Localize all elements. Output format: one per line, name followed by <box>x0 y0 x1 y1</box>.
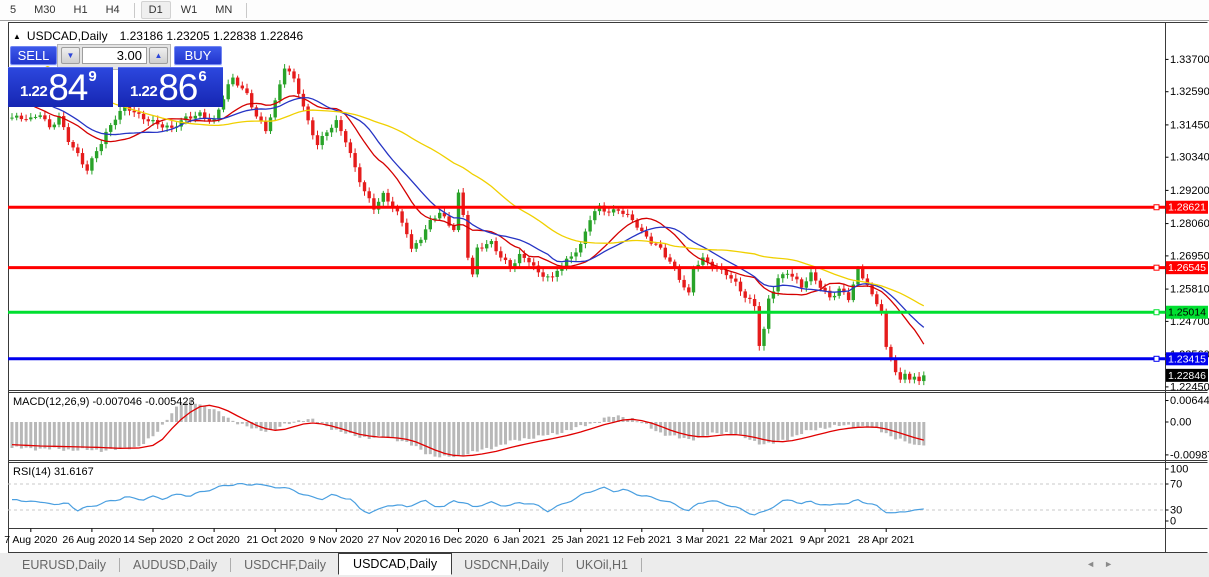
svg-text:22 Mar 2021: 22 Mar 2021 <box>735 534 794 546</box>
svg-text:28 Apr 2021: 28 Apr 2021 <box>858 534 915 546</box>
svg-text:0.00: 0.00 <box>1170 416 1191 428</box>
buy-button[interactable]: BUY <box>174 46 222 65</box>
svg-text:1.30340: 1.30340 <box>1170 152 1209 164</box>
macd-histogram <box>11 400 926 458</box>
svg-text:3 Mar 2021: 3 Mar 2021 <box>676 534 729 546</box>
sell-underline <box>10 65 57 66</box>
svg-text:9 Apr 2021: 9 Apr 2021 <box>800 534 851 546</box>
svg-text:2 Oct 2020: 2 Oct 2020 <box>188 534 240 546</box>
collapse-arrow-icon[interactable]: ▲ <box>13 32 21 41</box>
buy-price-pip: 6 <box>198 68 206 85</box>
svg-text:1.29200: 1.29200 <box>1170 185 1209 197</box>
price-axis: 1.33700 1.32590 1.31450 1.30340 1.29200 1.280… <box>1166 54 1209 528</box>
date-axis: 7 Aug 2020 26 Aug 202014 Sep 2020 2 Oct 20… <box>4 529 914 547</box>
svg-text:0.006444: 0.006444 <box>1170 395 1209 407</box>
svg-text:1.31450: 1.31450 <box>1170 119 1209 131</box>
volume-input[interactable] <box>82 47 147 64</box>
candles-layer <box>10 64 925 385</box>
svg-text:6 Jan 2021: 6 Jan 2021 <box>494 534 546 546</box>
one-click-trading-panel: SELL ▼ ▲ BUY 1.22 84 9 1.22 86 6 <box>8 44 223 107</box>
rsi-indicator-label: RSI(14) 31.6167 <box>13 466 94 478</box>
svg-text:70: 70 <box>1170 479 1182 491</box>
sell-price-pip: 9 <box>88 68 96 85</box>
svg-text:-0.009871: -0.009871 <box>1170 449 1209 461</box>
svg-text:14 Sep 2020: 14 Sep 2020 <box>123 534 183 546</box>
svg-text:1.33700: 1.33700 <box>1170 54 1209 66</box>
buy-price-box[interactable]: 1.22 86 6 <box>118 67 223 107</box>
buy-price-prefix: 1.22 <box>130 83 157 100</box>
hline-tag-1.26545: 1.26545 <box>1166 261 1208 274</box>
current-price-tag: 1.22846 <box>1166 369 1208 382</box>
svg-text:1.23415: 1.23415 <box>1168 353 1206 365</box>
svg-text:21 Oct 2020: 21 Oct 2020 <box>247 534 304 546</box>
sell-price-big: 84 <box>48 69 87 106</box>
svg-text:1.22846: 1.22846 <box>1168 370 1206 382</box>
volume-increase-button[interactable]: ▲ <box>149 47 168 64</box>
hline-1.25014[interactable] <box>8 310 1166 315</box>
volume-decrease-button[interactable]: ▼ <box>61 47 80 64</box>
chart-symbol: USDCAD,Daily <box>27 29 108 43</box>
mt4-terminal: { "toolbar": { "timeframes": ["5","M30",… <box>0 0 1209 577</box>
svg-text:7 Aug 2020: 7 Aug 2020 <box>4 534 57 546</box>
svg-text:27 Nov 2020: 27 Nov 2020 <box>368 534 428 546</box>
svg-text:26 Aug 2020: 26 Aug 2020 <box>62 534 121 546</box>
hline-tag-1.25014: 1.25014 <box>1166 306 1208 319</box>
rsi-pane <box>8 484 1166 515</box>
svg-text:1.25014: 1.25014 <box>1168 307 1206 319</box>
sell-button[interactable]: SELL <box>10 46 57 65</box>
macd-indicator-label: MACD(12,26,9) -0.007046 -0.005423 <box>13 396 195 408</box>
sell-price-prefix: 1.22 <box>20 83 47 100</box>
hline-tag-1.23415: 1.23415 <box>1166 352 1208 365</box>
svg-text:12 Feb 2021: 12 Feb 2021 <box>612 534 671 546</box>
hline-1.23415[interactable] <box>8 356 1166 361</box>
svg-text:0: 0 <box>1170 516 1176 528</box>
sell-price-box[interactable]: 1.22 84 9 <box>8 67 113 107</box>
buy-underline <box>174 65 222 66</box>
svg-text:1.22450: 1.22450 <box>1170 381 1209 393</box>
svg-text:1.28060: 1.28060 <box>1170 218 1209 230</box>
chart-header: ▲ USDCAD,Daily 1.23186 1.23205 1.22838 1… <box>13 29 303 43</box>
hline-tag-1.28621: 1.28621 <box>1166 201 1208 214</box>
svg-text:16 Dec 2020: 16 Dec 2020 <box>429 534 489 546</box>
svg-text:25 Jan 2021: 25 Jan 2021 <box>552 534 610 546</box>
svg-text:1.32590: 1.32590 <box>1170 86 1209 98</box>
buy-button-label: BUY <box>185 48 212 63</box>
chart-quotes: 1.23186 1.23205 1.22838 1.22846 <box>120 29 304 43</box>
svg-text:1.28621: 1.28621 <box>1168 202 1206 214</box>
svg-text:1.26545: 1.26545 <box>1168 262 1206 274</box>
hline-1.26545[interactable] <box>8 265 1166 270</box>
sell-button-label: SELL <box>18 48 50 63</box>
buy-price-big: 86 <box>158 69 197 106</box>
svg-text:100: 100 <box>1170 464 1188 476</box>
svg-text:9 Nov 2020: 9 Nov 2020 <box>309 534 363 546</box>
svg-text:1.26950: 1.26950 <box>1170 250 1209 262</box>
svg-text:1.25810: 1.25810 <box>1170 284 1209 296</box>
hline-1.28621[interactable] <box>8 205 1166 210</box>
